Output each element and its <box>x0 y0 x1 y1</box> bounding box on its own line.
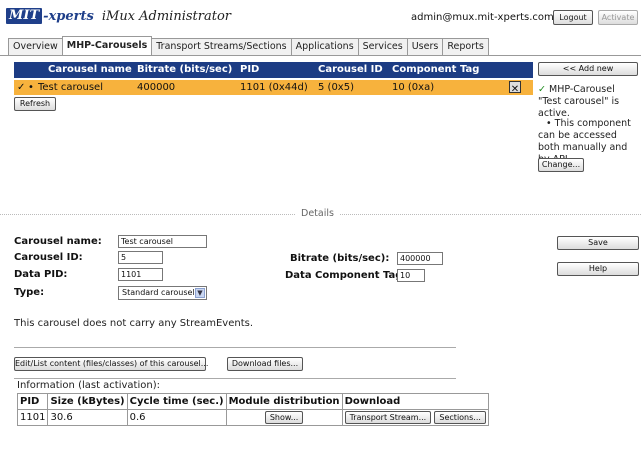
help-button[interactable]: Help <box>557 262 639 276</box>
tab-underline <box>0 55 641 56</box>
info-col-size: Size (kBytes) <box>47 393 128 410</box>
type-select-value: Standard carousel <box>122 288 195 297</box>
info-size-value: 30.6 <box>47 409 128 426</box>
info-pid-value: 1101 <box>16 409 49 426</box>
add-new-button[interactable]: << Add new <box>538 62 638 76</box>
info-col-cycle: Cycle time (sec.) <box>126 393 227 410</box>
data-pid-input[interactable]: 1101 <box>118 268 163 281</box>
column-header-pid[interactable]: PID <box>240 63 259 77</box>
component-tag-input[interactable]: 10 <box>397 269 425 282</box>
column-header-carousel-id[interactable]: Carousel ID <box>318 63 383 77</box>
tab-transport-streams[interactable]: Transport Streams/Sections <box>151 38 292 55</box>
carousel-row-selected[interactable]: ✓ • Test carousel 400000 1101 (0x44d) 5 … <box>14 80 533 95</box>
delete-icon[interactable]: ✕ <box>509 81 521 95</box>
component-tag-label: Data Component Tag: <box>285 270 407 281</box>
content-separator <box>14 347 456 348</box>
info-header-row: PID Size (kBytes) Cycle time (sec.) Modu… <box>16 393 489 410</box>
sections-button[interactable]: Sections... <box>434 411 486 424</box>
current-user: admin@mux.mit-xperts.com <box>411 12 554 23</box>
carousel-id-label: Carousel ID: <box>14 252 83 263</box>
column-header-actions <box>489 62 533 78</box>
main-tabs: Overview MHP-Carousels Transport Streams… <box>8 36 489 55</box>
tab-services[interactable]: Services <box>357 38 408 55</box>
status-text: MHP-Carousel "Test carousel" is active. <box>538 84 620 119</box>
carousel-id-input[interactable]: 5 <box>118 251 163 264</box>
data-pid-label: Data PID: <box>14 269 68 280</box>
info-bullet-icon: • <box>546 118 552 129</box>
edit-content-button[interactable]: Edit/List content (files/classes) of thi… <box>14 357 208 371</box>
column-header-name[interactable]: Carousel name <box>48 63 132 77</box>
carousel-name-cell: Test carousel <box>38 82 103 93</box>
tab-users[interactable]: Users <box>406 38 444 55</box>
component-tag-cell: 10 (0xa) <box>392 82 435 93</box>
stream-events-text: This carousel does not carry any StreamE… <box>14 318 254 329</box>
activate-button[interactable]: Activate <box>598 10 638 25</box>
status-check-icon: ✓ <box>538 84 546 95</box>
tab-mhp-carousels[interactable]: MHP-Carousels <box>61 36 153 55</box>
info-cycle-value: 0.6 <box>126 409 227 426</box>
info-download-cell: Transport Stream... Sections... <box>341 409 489 426</box>
info-col-module: Module distribution <box>225 393 343 410</box>
tab-overview[interactable]: Overview <box>8 38 63 55</box>
pid-cell: 1101 (0x44d) <box>240 82 308 93</box>
show-module-button[interactable]: Show... <box>264 411 304 424</box>
app-logo: MIT -xperts iMux Administrator <box>6 6 231 26</box>
carousel-name-input[interactable]: Test carousel <box>118 235 207 248</box>
tab-applications[interactable]: Applications <box>290 38 359 55</box>
change-button[interactable]: Change... <box>538 158 584 172</box>
info-col-pid: PID <box>16 393 49 410</box>
type-select[interactable]: Standard carousel ▼ <box>118 286 207 300</box>
logout-button[interactable]: Logout <box>553 10 593 25</box>
activation-info-heading: Information (last activation): <box>17 380 160 391</box>
info-module-cell: Show... <box>225 409 343 426</box>
app-header: MIT -xperts iMux Administrator admin@mux… <box>0 0 641 36</box>
chevron-down-icon[interactable]: ▼ <box>195 288 205 298</box>
type-label: Type: <box>14 287 45 298</box>
activation-info-table: PID Size (kBytes) Cycle time (sec.) Modu… <box>16 393 489 426</box>
download-files-button[interactable]: Download files... <box>227 357 303 371</box>
info-data-row: 1101 30.6 0.6 Show... Transport Stream..… <box>16 409 489 426</box>
refresh-button[interactable]: Refresh <box>14 97 56 111</box>
logo-mark: MIT <box>6 8 43 24</box>
column-header-bitrate[interactable]: Bitrate (bits/sec) <box>137 63 232 77</box>
carousel-table-header: Carousel name Bitrate (bits/sec) PID Car… <box>14 62 533 78</box>
column-header-component-tag[interactable]: Component Tag <box>392 63 479 77</box>
transport-stream-button[interactable]: Transport Stream... <box>344 411 432 424</box>
info-col-download: Download <box>341 393 489 410</box>
carousel-status-message: ✓ MHP-Carousel "Test carousel" is active… <box>538 84 640 120</box>
bitrate-label: Bitrate (bits/sec): <box>290 253 390 264</box>
bitrate-input[interactable]: 400000 <box>397 252 443 265</box>
active-check-icon: ✓ <box>17 82 26 93</box>
row-marker-icon: • <box>28 82 34 93</box>
logo-text: -xperts <box>43 8 94 24</box>
tab-reports[interactable]: Reports <box>442 38 489 55</box>
save-button[interactable]: Save <box>557 236 639 250</box>
app-title: iMux Administrator <box>101 8 231 24</box>
details-section-title: Details <box>296 208 339 219</box>
carousel-id-cell: 5 (0x5) <box>318 82 354 93</box>
carousel-name-label: Carousel name: <box>14 236 102 247</box>
bitrate-cell: 400000 <box>137 82 176 93</box>
